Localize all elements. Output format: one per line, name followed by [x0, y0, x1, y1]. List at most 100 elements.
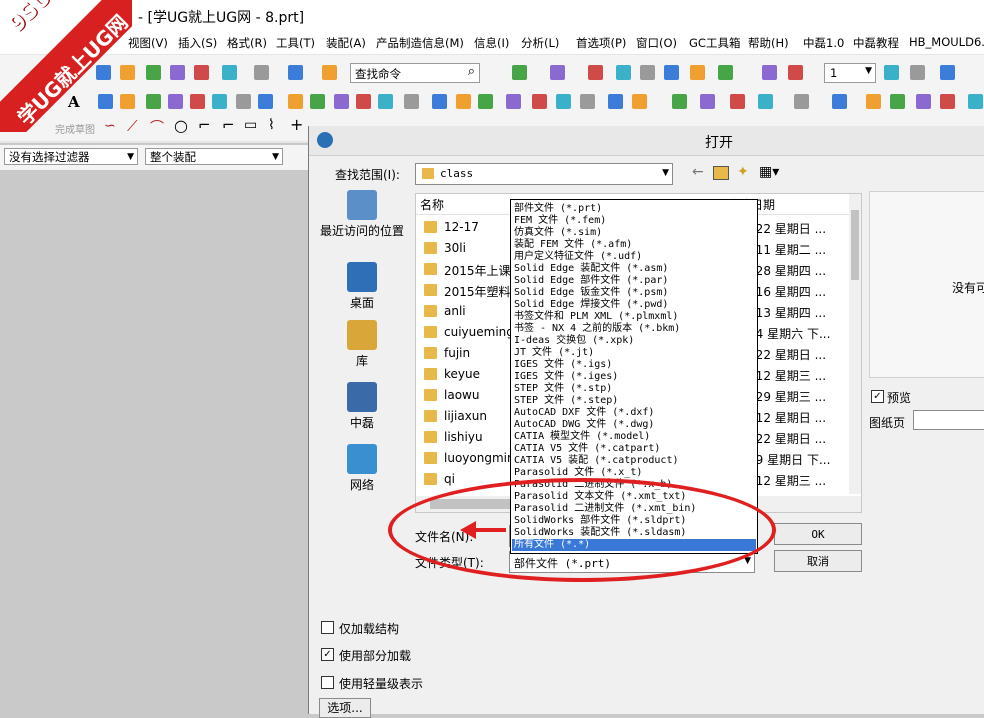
toolbar-tool-icon[interactable] — [940, 94, 955, 109]
command-search-box[interactable]: 查找命令 ⌕ — [350, 63, 480, 83]
toolbar-tool-icon[interactable] — [288, 94, 303, 109]
toolbar-tool-icon[interactable] — [236, 94, 251, 109]
toolbar-tool-icon[interactable] — [550, 65, 565, 80]
toolbar-tool-icon[interactable] — [788, 65, 803, 80]
up-folder-icon[interactable] — [713, 166, 729, 180]
menu-item[interactable]: 装配(A) — [326, 35, 366, 51]
scope-dropdown[interactable]: 整个装配 ▼ — [145, 148, 283, 165]
toolbar-tool-icon[interactable] — [616, 65, 631, 80]
rectangle-icon[interactable]: ▭ — [244, 117, 257, 133]
toolbar-tool-icon[interactable] — [334, 94, 349, 109]
filetype-option[interactable]: IGES 文件 (*.iges) — [514, 371, 618, 383]
graphics-area[interactable] — [0, 172, 308, 714]
toolbar-tool-icon[interactable] — [718, 65, 733, 80]
menu-item[interactable]: 分析(L) — [521, 35, 559, 51]
toolbar-tool-icon[interactable] — [580, 94, 595, 109]
search-icon[interactable]: ⌕ — [468, 64, 475, 79]
toolbar-tool-icon[interactable] — [608, 94, 623, 109]
toolbar-tool-icon[interactable] — [700, 94, 715, 109]
view-menu-icon[interactable]: ▦▾ — [759, 164, 779, 180]
toolbar-tool-icon[interactable] — [664, 65, 679, 80]
toolbar-tool-icon[interactable] — [212, 94, 227, 109]
ok-button[interactable]: OK — [774, 523, 862, 545]
toolbar-tool-icon[interactable] — [832, 94, 847, 109]
filetype-option[interactable]: 部件文件 (*.prt) — [514, 203, 602, 215]
filetype-option[interactable]: CATIA 模型文件 (*.model) — [514, 431, 650, 443]
cancel-button[interactable]: 取消 — [774, 550, 862, 572]
circle-icon[interactable]: ○ — [174, 116, 188, 135]
sheet-dropdown[interactable] — [913, 410, 984, 430]
menu-item[interactable]: 工具(T) — [276, 35, 315, 51]
toolbar-tool-icon[interactable] — [170, 65, 185, 80]
filetype-option[interactable]: 仿真文件 (*.sim) — [514, 227, 602, 239]
toolbar-tool-icon[interactable] — [288, 65, 303, 80]
filetype-option[interactable]: STEP 文件 (*.stp) — [514, 383, 612, 395]
toolbar-tool-icon[interactable] — [254, 65, 269, 80]
toolbar-tool-icon[interactable] — [146, 65, 161, 80]
filetype-option[interactable]: Solid Edge 装配文件 (*.asm) — [514, 263, 668, 275]
chamfer-icon[interactable]: ⌐ — [222, 116, 235, 134]
lightweight-checkbox[interactable] — [321, 676, 334, 689]
toolbar-tool-icon[interactable] — [378, 94, 393, 109]
new-folder-icon[interactable]: ✦ — [737, 164, 749, 180]
toolbar-tool-icon[interactable] — [190, 94, 205, 109]
preview-checkbox[interactable]: ✓ — [871, 390, 884, 403]
filetype-option[interactable]: STEP 文件 (*.step) — [514, 395, 618, 407]
toolbar-tool-icon[interactable] — [478, 94, 493, 109]
toolbar-tool-icon[interactable] — [632, 94, 647, 109]
toolbar-tool-icon[interactable] — [916, 94, 931, 109]
place-item[interactable]: 桌面 — [319, 262, 405, 311]
toolbar-tool-icon[interactable] — [194, 65, 209, 80]
toolbar-tool-icon[interactable] — [404, 94, 419, 109]
count-dropdown[interactable]: 1 ▼ — [824, 63, 876, 83]
toolbar-tool-icon[interactable] — [690, 65, 705, 80]
toolbar-tool-icon[interactable] — [940, 65, 955, 80]
polyline-icon[interactable]: ⌇ — [268, 117, 275, 133]
menu-item[interactable]: 产品制造信息(M) — [376, 35, 464, 51]
toolbar-tool-icon[interactable] — [588, 65, 603, 80]
toolbar-tool-icon[interactable] — [968, 94, 983, 109]
filetype-option[interactable]: 装配 FEM 文件 (*.afm) — [514, 239, 632, 251]
point-icon[interactable]: + — [290, 115, 303, 134]
filetype-option[interactable]: FEM 文件 (*.fem) — [514, 215, 606, 227]
toolbar-tool-icon[interactable] — [310, 94, 325, 109]
place-item[interactable]: 库 — [319, 320, 405, 369]
toolbar-tool-icon[interactable] — [884, 65, 899, 80]
partial-load-checkbox[interactable]: ✓ — [321, 648, 334, 661]
filetype-option[interactable]: I-deas 交换包 (*.xpk) — [514, 335, 634, 347]
menu-item[interactable]: 格式(R) — [227, 35, 267, 51]
fillet-icon[interactable]: ⌐ — [198, 116, 211, 134]
toolbar-tool-icon[interactable] — [222, 65, 237, 80]
toolbar-tool-icon[interactable] — [730, 94, 745, 109]
menu-item[interactable]: 窗口(O) — [636, 35, 677, 51]
filetype-option[interactable]: CATIA V5 装配 (*.catproduct) — [514, 455, 679, 467]
toolbar-tool-icon[interactable] — [146, 94, 161, 109]
toolbar-tool-icon[interactable] — [794, 94, 809, 109]
menu-item[interactable]: 中磊教程 — [853, 35, 899, 51]
toolbar-tool-icon[interactable] — [258, 94, 273, 109]
menu-item[interactable]: HB_MOULD6.3 — [909, 35, 984, 49]
place-item[interactable]: 中磊 — [319, 382, 405, 431]
place-item[interactable]: 网络 — [319, 444, 405, 493]
menu-item[interactable]: GC工具箱 — [689, 35, 740, 51]
toolbar-tool-icon[interactable] — [672, 94, 687, 109]
toolbar-tool-icon[interactable] — [640, 65, 655, 80]
selection-filter-dropdown[interactable]: 没有选择过滤器 ▼ — [4, 148, 138, 165]
menu-item[interactable]: 视图(V) — [128, 35, 168, 51]
filetype-option[interactable]: 书签 - NX 4 之前的版本 (*.bkm) — [514, 323, 680, 335]
toolbar-tool-icon[interactable] — [758, 94, 773, 109]
toolbar-tool-icon[interactable] — [432, 94, 447, 109]
filetype-option[interactable]: Solid Edge 钣金文件 (*.psm) — [514, 287, 668, 299]
toolbar-tool-icon[interactable] — [890, 94, 905, 109]
toolbar-tool-icon[interactable] — [866, 94, 881, 109]
filetype-option[interactable]: JT 文件 (*.jt) — [514, 347, 594, 359]
filetype-option[interactable]: Solid Edge 部件文件 (*.par) — [514, 275, 668, 287]
toolbar-tool-icon[interactable] — [762, 65, 777, 80]
toolbar-tool-icon[interactable] — [456, 94, 471, 109]
toolbar-tool-icon[interactable] — [532, 94, 547, 109]
menu-item[interactable]: 信息(I) — [474, 35, 509, 51]
filetype-option[interactable]: CATIA V5 文件 (*.catpart) — [514, 443, 660, 455]
menu-item[interactable]: 帮助(H) — [748, 35, 789, 51]
filetype-option[interactable]: IGES 文件 (*.igs) — [514, 359, 612, 371]
back-icon[interactable]: ← — [692, 164, 704, 180]
